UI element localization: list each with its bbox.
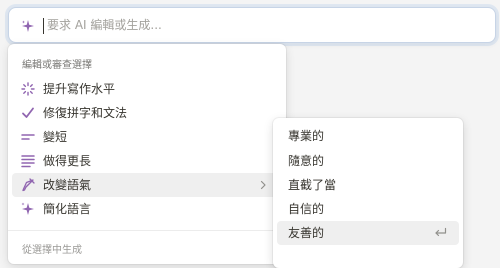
menu-divider <box>8 230 286 231</box>
menu-item-change-tone[interactable]: 改變語氣 <box>12 173 282 197</box>
tone-option-label: 直截了當 <box>288 178 337 192</box>
menu-item-fix-spelling[interactable]: 修復拼字和文法 <box>12 101 282 125</box>
text-caret <box>43 18 44 34</box>
tone-option-label: 隨意的 <box>288 154 325 168</box>
magic-wand-sparkle-icon <box>21 82 35 96</box>
tone-option-friendly[interactable]: 友善的 <box>277 221 459 245</box>
long-text-icon <box>21 155 35 168</box>
tone-option-label: 專業的 <box>288 129 325 143</box>
menu-item-improve-writing[interactable]: 提升寫作水平 <box>12 77 282 101</box>
menu-item-label: 簡化語言 <box>43 202 92 216</box>
tone-option-label: 自信的 <box>288 202 325 216</box>
menu-section-header: 從選擇中生成 <box>22 245 82 256</box>
menu-item-label: 改變語氣 <box>43 178 92 192</box>
menu-item-simplify-language[interactable]: 簡化語言 <box>12 197 282 221</box>
sparkle-icon <box>21 202 34 215</box>
menu-section-header: 編輯或審查選擇 <box>22 60 92 71</box>
tone-submenu: 專業的 隨意的 直截了當 自信的 友善的 <box>273 118 463 268</box>
tone-option-casual[interactable]: 隨意的 <box>277 149 459 173</box>
enter-icon <box>435 227 447 237</box>
menu-item-make-longer[interactable]: 做得更長 <box>12 149 282 173</box>
sparkle-icon <box>22 20 34 32</box>
tone-option-label: 友善的 <box>288 226 325 240</box>
menu-item-label: 做得更長 <box>43 154 92 168</box>
menu-item-label: 提升寫作水平 <box>43 82 116 96</box>
check-icon <box>22 107 34 118</box>
menu-item-label: 修復拼字和文法 <box>43 106 128 120</box>
tone-option-confident[interactable]: 自信的 <box>277 197 459 221</box>
short-text-icon <box>21 134 35 140</box>
menu-item-label: 變短 <box>43 130 68 144</box>
ai-prompt-input[interactable] <box>47 14 477 36</box>
menu-item-make-shorter[interactable]: 變短 <box>12 125 282 149</box>
ai-prompt-bar[interactable] <box>8 7 496 43</box>
tone-option-straightforward[interactable]: 直截了當 <box>277 173 459 197</box>
ai-actions-menu: 編輯或審查選擇 提升寫作水平 修復拼字和文法 變短 做得更長 改變語氣 簡化語言… <box>8 44 286 264</box>
pen-nib-icon <box>22 178 35 192</box>
tone-option-professional[interactable]: 專業的 <box>277 124 459 148</box>
chevron-right-icon <box>260 180 266 190</box>
